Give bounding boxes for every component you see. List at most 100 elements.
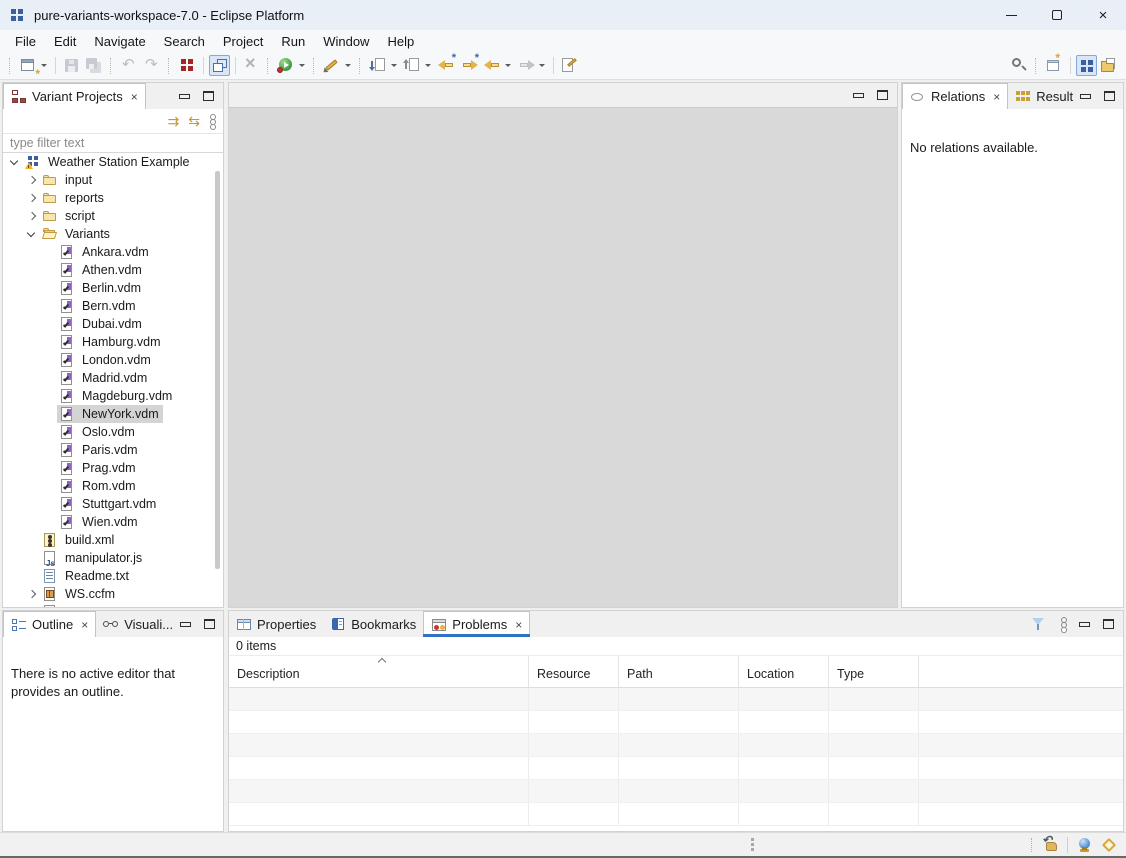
transform-icon[interactable]	[276, 55, 297, 76]
menu-item-search[interactable]: Search	[155, 32, 214, 51]
tree-item-bern-vdm[interactable]: Bern.vdm	[3, 297, 223, 315]
menu-item-file[interactable]: File	[6, 32, 45, 51]
toolbar-drag-handle[interactable]	[9, 58, 13, 74]
toolbar-drag-handle[interactable]	[1035, 58, 1039, 74]
statusbar-drag-handle[interactable]	[1031, 838, 1034, 852]
tree-item-dubai-vdm[interactable]: Dubai.vdm	[3, 315, 223, 333]
resource-perspective-icon[interactable]	[1099, 55, 1120, 76]
tree-item-newyork-vdm[interactable]: NewYork.vdm	[3, 405, 223, 423]
delete-icon[interactable]	[241, 55, 262, 76]
tab-problems[interactable]: Problems ×	[423, 611, 530, 637]
toolbar-drag-handle[interactable]	[110, 58, 114, 74]
column-header-resource[interactable]: Resource	[529, 656, 619, 687]
tree-item-wien-vdm[interactable]: Wien.vdm	[3, 513, 223, 531]
toolbar-drag-handle[interactable]	[168, 58, 172, 74]
search-icon[interactable]	[1009, 55, 1030, 76]
tree-item-athen-vdm[interactable]: Athen.vdm	[3, 261, 223, 279]
save-all-icon[interactable]	[84, 55, 105, 76]
menu-item-project[interactable]: Project	[214, 32, 272, 51]
chevron-collapsed-icon[interactable]	[24, 171, 40, 189]
import-dropdown-icon[interactable]	[391, 64, 397, 67]
forward-annotated-icon[interactable]	[459, 55, 480, 76]
tab-visualization[interactable]: Visuali...	[96, 611, 180, 637]
last-edit-location-icon[interactable]	[559, 55, 580, 76]
new-dropdown-icon[interactable]	[41, 64, 47, 67]
maximize-view-icon[interactable]	[204, 619, 215, 629]
chevron-collapsed-icon[interactable]	[24, 207, 40, 225]
column-header-path[interactable]: Path	[619, 656, 739, 687]
tree-item-ankara-vdm[interactable]: Ankara.vdm	[3, 243, 223, 261]
tools-pencil-icon[interactable]	[322, 55, 343, 76]
view-menu-icon[interactable]	[1060, 617, 1066, 631]
tree-item-oslo-vdm[interactable]: Oslo.vdm	[3, 423, 223, 441]
menu-item-edit[interactable]: Edit	[45, 32, 85, 51]
minimize-view-icon[interactable]	[1079, 622, 1090, 627]
chevron-expanded-icon[interactable]	[7, 153, 23, 171]
tab-properties[interactable]: Properties	[229, 611, 323, 637]
tree-scrollbar[interactable]	[215, 171, 220, 569]
tree-item-manipulator-js[interactable]: manipulator.js	[3, 549, 223, 567]
back-icon[interactable]	[482, 55, 503, 76]
tools-dropdown-icon[interactable]	[345, 64, 351, 67]
tab-outline[interactable]: Outline ×	[3, 611, 96, 637]
save-icon[interactable]	[61, 55, 82, 76]
tree-item-script[interactable]: script	[3, 207, 223, 225]
tab-bookmarks[interactable]: Bookmarks	[323, 611, 423, 637]
maximize-view-icon[interactable]	[1103, 619, 1114, 629]
back-dropdown-icon[interactable]	[505, 64, 511, 67]
back-annotated-icon[interactable]	[436, 55, 457, 76]
tab-result[interactable]: Result	[1008, 83, 1080, 109]
synchronize-icon[interactable]: ⇆	[188, 114, 200, 128]
tree-item-london-vdm[interactable]: London.vdm	[3, 351, 223, 369]
tree-item-stuttgart-vdm[interactable]: Stuttgart.vdm	[3, 495, 223, 513]
export-icon[interactable]	[402, 55, 423, 76]
open-perspective-icon[interactable]	[1044, 55, 1065, 76]
models-toggle-icon[interactable]	[209, 55, 230, 76]
view-menu-icon[interactable]	[209, 114, 215, 128]
tree-item-ws-ccfm[interactable]: WS.ccfm	[3, 585, 223, 603]
new-wizard-icon[interactable]	[18, 55, 39, 76]
tree-item-build-xml[interactable]: build.xml	[3, 531, 223, 549]
minimize-view-icon[interactable]	[853, 93, 864, 98]
window-minimize-button[interactable]	[988, 0, 1034, 30]
transform-dropdown-icon[interactable]	[299, 64, 305, 67]
column-header-description[interactable]: Description	[229, 656, 529, 687]
diamond-icon[interactable]	[1101, 837, 1118, 854]
minimize-view-icon[interactable]	[179, 94, 190, 99]
tree-item-magdeburg-vdm[interactable]: Magdeburg.vdm	[3, 387, 223, 405]
close-icon[interactable]: ×	[81, 619, 88, 631]
tab-variant-projects[interactable]: Variant Projects ×	[3, 83, 146, 109]
chevron-collapsed-icon[interactable]	[24, 585, 40, 603]
tree-item-input[interactable]: input	[3, 171, 223, 189]
link-with-editor-icon[interactable]: ⇉	[168, 114, 180, 128]
close-icon[interactable]: ×	[993, 91, 1000, 103]
tree-item-variants[interactable]: Variants	[3, 225, 223, 243]
minimize-view-icon[interactable]	[180, 622, 191, 627]
menu-item-window[interactable]: Window	[314, 32, 378, 51]
import-icon[interactable]	[368, 55, 389, 76]
minimize-view-icon[interactable]	[1080, 94, 1091, 99]
column-header-location[interactable]: Location	[739, 656, 829, 687]
tree-item-prag-vdm[interactable]: Prag.vdm	[3, 459, 223, 477]
tree-item-berlin-vdm[interactable]: Berlin.vdm	[3, 279, 223, 297]
maximize-view-icon[interactable]	[203, 91, 214, 101]
pure-variants-grid-icon[interactable]	[177, 55, 198, 76]
menu-item-help[interactable]: Help	[378, 32, 423, 51]
chevron-expanded-icon[interactable]	[24, 225, 40, 243]
window-close-button[interactable]: ×	[1080, 0, 1126, 30]
crystal-ball-icon[interactable]	[1076, 837, 1093, 854]
maximize-view-icon[interactable]	[877, 90, 888, 100]
statusbar-drag-handle[interactable]	[751, 838, 754, 841]
restore-trim-icon[interactable]	[1042, 837, 1059, 854]
tab-relations[interactable]: Relations ×	[902, 83, 1008, 109]
column-header-type[interactable]: Type	[829, 656, 919, 687]
close-icon[interactable]: ×	[131, 91, 138, 103]
pure-variants-perspective-icon[interactable]	[1076, 55, 1097, 76]
maximize-view-icon[interactable]	[1104, 91, 1115, 101]
tree-item-weather-station-example[interactable]: Weather Station Example	[3, 153, 223, 171]
menu-item-run[interactable]: Run	[272, 32, 314, 51]
menu-item-navigate[interactable]: Navigate	[85, 32, 154, 51]
filter-icon[interactable]	[1031, 617, 1047, 632]
toolbar-drag-handle[interactable]	[359, 58, 363, 74]
tree-item-readme-txt[interactable]: Readme.txt	[3, 567, 223, 585]
